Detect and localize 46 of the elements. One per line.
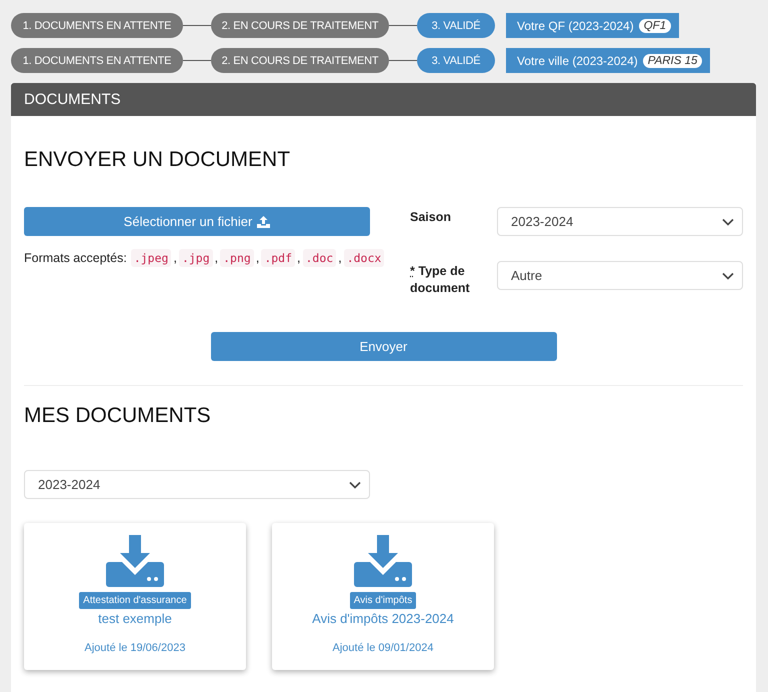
formats-label: Formats acceptés: xyxy=(24,251,127,265)
separator: , xyxy=(297,251,300,265)
download-icon xyxy=(354,535,412,587)
upload-icon xyxy=(257,216,270,228)
season-select[interactable]: 2023-2024 xyxy=(497,207,743,236)
separator: , xyxy=(214,251,218,265)
info-text: Votre ville (2023-2024) xyxy=(517,54,638,68)
document-card[interactable]: Avis d'impôts Avis d'impôts 2023-2024 Ajouté le 09/01/2024 xyxy=(272,523,494,670)
status-step: 1. DOCUMENTS EN ATTENTE xyxy=(11,13,183,38)
format-code: .jpeg xyxy=(130,249,172,267)
value-badge: PARIS 15 xyxy=(642,54,702,68)
submit-button[interactable]: Envoyer xyxy=(210,332,556,361)
info-text: Votre QF (2023-2024) xyxy=(517,18,634,32)
format-code: .jpg xyxy=(178,249,213,267)
section-heading: ENVOYER UN DOCUMENT xyxy=(24,147,290,172)
field-label: * Type de document xyxy=(410,263,471,297)
separator: , xyxy=(338,251,342,265)
document-type-select[interactable]: Autre xyxy=(497,261,743,290)
added-date: Ajouté le 09/01/2024 xyxy=(332,642,434,654)
document-title[interactable]: test exemple xyxy=(98,611,172,626)
status-step: 3. VALIDÉ xyxy=(417,48,495,73)
panel-header: DOCUMENTS xyxy=(11,83,756,116)
document-title[interactable]: Avis d'impôts 2023-2024 xyxy=(312,611,454,626)
section-heading: MES DOCUMENTS xyxy=(24,403,211,428)
document-type-tag: Avis d'impôts xyxy=(350,592,416,609)
format-code: .docx xyxy=(344,249,384,267)
format-code: .pdf xyxy=(261,249,296,267)
value-badge: QF1 xyxy=(638,18,672,32)
added-date: Ajouté le 19/06/2023 xyxy=(84,642,186,654)
document-type-tag: Attestation d'assurance xyxy=(79,592,191,609)
chevron-down-icon xyxy=(722,272,734,280)
status-step: 2. EN COURS DE TRAITEMENT xyxy=(211,48,389,73)
chevron-down-icon xyxy=(722,218,734,226)
chevron-down-icon xyxy=(349,480,361,488)
separator: , xyxy=(173,251,177,265)
select-file-button[interactable]: Sélectionner un fichier xyxy=(24,207,370,236)
status-step: 1. DOCUMENTS EN ATTENTE xyxy=(11,48,183,73)
document-card[interactable]: Attestation d'assurance test exemple Ajouté le 19/06/2023 xyxy=(24,523,246,670)
status-step: 3. VALIDÉ xyxy=(417,13,495,38)
season-filter-select[interactable]: 2023-2024 xyxy=(24,470,370,499)
format-code: .png xyxy=(220,249,254,267)
status-step: 2. EN COURS DE TRAITEMENT xyxy=(211,13,389,38)
download-icon xyxy=(106,535,164,587)
field-label: Saison xyxy=(410,209,452,226)
format-code: .doc xyxy=(302,249,336,267)
separator: , xyxy=(256,251,260,265)
